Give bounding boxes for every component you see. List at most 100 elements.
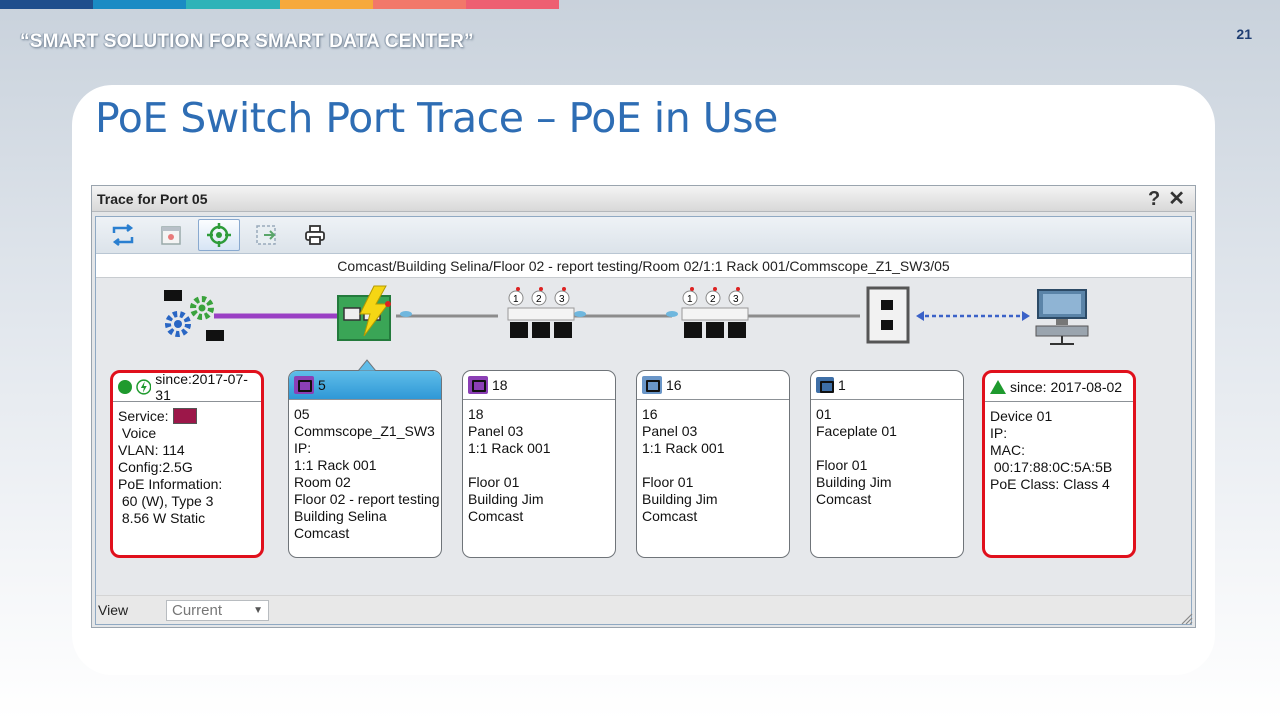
- card-line: 8.56 W Static: [118, 510, 206, 526]
- panel-port-card[interactable]: 18 18 Panel 03 1:1 Rack 001 Floor 01 Bui…: [462, 370, 616, 558]
- card-body: Service: Voice VLAN: 114 Config:2.5G PoE…: [113, 402, 261, 533]
- slide-slogan: “SMART SOLUTION FOR SMART DATA CENTER”: [20, 31, 474, 52]
- card-line: Floor 01: [816, 457, 868, 473]
- card-line: Voice: [118, 425, 157, 441]
- svg-text:2: 2: [710, 294, 716, 305]
- endpoint-service-icon[interactable]: [160, 286, 226, 351]
- patch-panel-icon[interactable]: 1 2 3: [506, 286, 576, 349]
- card-line: Panel 03: [468, 423, 524, 439]
- locate-button[interactable]: [198, 219, 240, 251]
- view-select[interactable]: Current ▼: [166, 599, 269, 621]
- color-segment: [279, 0, 373, 9]
- svg-text:1: 1: [687, 294, 693, 305]
- card-line: Config:2.5G: [118, 459, 193, 475]
- connector-icon: [400, 311, 412, 317]
- breadcrumb: Comcast/Building Selina/Floor 02 - repor…: [96, 254, 1191, 278]
- card-line: PoE Information:: [118, 476, 223, 492]
- faceplate-icon[interactable]: [864, 286, 912, 349]
- card-line: 1:1 Rack 001: [294, 457, 377, 473]
- patch-panel-icon[interactable]: 1 2 3: [680, 286, 750, 349]
- arrow-right-icon: [1022, 311, 1030, 321]
- card-line: VLAN: 114: [118, 442, 185, 458]
- print-button[interactable]: [294, 219, 336, 251]
- help-icon[interactable]: ?: [1148, 187, 1160, 211]
- card-line: 05: [294, 406, 310, 422]
- port-number: 16: [666, 377, 682, 393]
- panel-port-icon: [468, 376, 488, 394]
- card-line: Floor 02 - report testing: [294, 491, 440, 507]
- card-header: 1: [811, 371, 963, 400]
- card-line: Comcast: [294, 525, 350, 541]
- view-row: View Current ▼: [96, 595, 1191, 624]
- toolbar: [96, 217, 1191, 254]
- card-line: Panel 03: [642, 423, 698, 439]
- export-icon: [256, 225, 276, 245]
- status-online-icon: [118, 380, 132, 394]
- device-info-card[interactable]: since: 2017-08-02 Device 01 IP: MAC: 00:…: [982, 370, 1136, 558]
- card-line: Comcast: [642, 508, 698, 524]
- panel-port-icon: [642, 376, 662, 394]
- card-line: Building Jim: [642, 491, 718, 507]
- page-number: 21: [1236, 26, 1252, 42]
- view-selected-value: Current: [172, 601, 223, 619]
- poe-switch-icon[interactable]: [334, 284, 398, 351]
- connection-lines: [214, 311, 1030, 321]
- card-header: since: 2017-08-02: [985, 373, 1133, 402]
- calendar-icon: [161, 226, 181, 245]
- color-segment: [372, 0, 466, 9]
- card-line: Building Jim: [816, 474, 892, 490]
- card-body: Device 01 IP: MAC: 00:17:88:0C:5A:5B PoE…: [985, 402, 1133, 499]
- card-line: Building Selina: [294, 508, 387, 524]
- switch-port-card[interactable]: 5 05 Commscope_Z1_SW3 IP: 1:1 Rack 001 R…: [288, 370, 442, 558]
- computer-icon[interactable]: [1034, 288, 1090, 351]
- export-button[interactable]: [246, 219, 288, 251]
- card-line: Floor 01: [468, 474, 520, 490]
- card-header: since:2017-07-31: [113, 373, 261, 403]
- close-icon[interactable]: ✕: [1168, 187, 1185, 211]
- connector-icon: [666, 311, 678, 317]
- status-up-icon: [990, 380, 1006, 394]
- card-line: IP:: [990, 425, 1008, 441]
- window-controls: ? ✕: [1148, 187, 1185, 211]
- card-line: Service:: [118, 408, 256, 425]
- svg-text:3: 3: [733, 294, 739, 305]
- service-info-card[interactable]: since:2017-07-31 Service: Voice VLAN: 11…: [110, 370, 264, 558]
- trace-panel: Comcast/Building Selina/Floor 02 - repor…: [95, 216, 1192, 625]
- card-header: 18: [463, 371, 615, 400]
- card-line: 18: [468, 406, 484, 422]
- card-body: 05 Commscope_Z1_SW3 IP: 1:1 Rack 001 Roo…: [289, 400, 441, 548]
- top-color-bar: [0, 0, 560, 9]
- card-line: IP:: [294, 440, 312, 456]
- view-label: View: [98, 602, 129, 618]
- slide-title: PoE Switch Port Trace – PoE in Use: [95, 94, 778, 142]
- window-title: Trace for Port 05: [97, 190, 208, 207]
- trace-window: Trace for Port 05 ? ✕ Comcast/Building S…: [91, 185, 1196, 628]
- card-line: 1:1 Rack 001: [468, 440, 551, 456]
- color-segment: [186, 0, 280, 9]
- since-date: since: 2017-08-02: [1010, 379, 1123, 395]
- color-segment: [0, 0, 94, 9]
- card-line: Room 02: [294, 474, 351, 490]
- switch-port-icon: [294, 376, 314, 394]
- card-line: 01: [816, 406, 832, 422]
- refresh-button[interactable]: [102, 219, 144, 251]
- card-body: 01 Faceplate 01 Floor 01 Building Jim Co…: [811, 400, 963, 514]
- svg-text:2: 2: [536, 294, 542, 305]
- service-color-swatch: [172, 408, 197, 424]
- resize-grip-icon[interactable]: [1181, 613, 1193, 625]
- card-line: [642, 457, 784, 474]
- card-body: 16 Panel 03 1:1 Rack 001 Floor 01 Buildi…: [637, 400, 789, 531]
- card-line: MAC:: [990, 442, 1025, 458]
- calendar-button[interactable]: [150, 219, 192, 251]
- svg-text:3: 3: [559, 294, 565, 305]
- panel-port-card[interactable]: 16 16 Panel 03 1:1 Rack 001 Floor 01 Bui…: [636, 370, 790, 558]
- trace-diagram: 1 2 3 1 2 3 since:2017-07-31 Service: Vo…: [96, 278, 1191, 596]
- port-number: 1: [838, 377, 846, 393]
- card-line: 16: [642, 406, 658, 422]
- arrow-left-icon: [916, 311, 924, 321]
- color-segment: [465, 0, 560, 9]
- print-icon: [305, 225, 325, 245]
- chevron-down-icon: ▼: [253, 604, 263, 616]
- card-line: Device 01: [990, 408, 1053, 424]
- faceplate-port-card[interactable]: 1 01 Faceplate 01 Floor 01 Building Jim …: [810, 370, 964, 558]
